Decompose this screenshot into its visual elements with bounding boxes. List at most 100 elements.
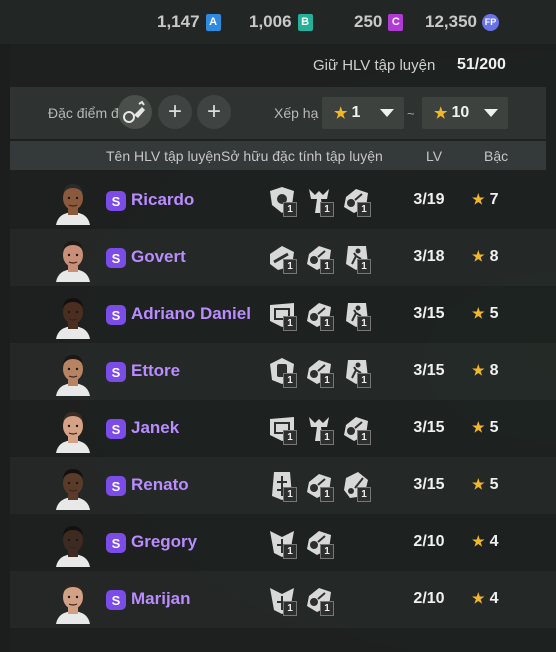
star-icon: ★: [472, 476, 485, 492]
coach-grade: ★ 5: [472, 305, 498, 323]
coach-level: 3/15: [413, 362, 445, 379]
trait-level: 1: [283, 373, 297, 388]
trait-level: 1: [357, 430, 371, 445]
coach-grade-value: 8: [489, 362, 499, 379]
trait-strength[interactable]: 1: [266, 470, 302, 502]
trait-kick-ball[interactable]: 1: [303, 299, 339, 331]
coach-row[interactable]: S Ettore 1 1 1 3/15 ★ 8: [10, 343, 556, 400]
trait-level: 1: [320, 430, 334, 445]
special-badge-icon: S: [106, 476, 126, 496]
coach-level: 3/15: [413, 305, 445, 322]
trait-kick-ball[interactable]: 1: [303, 242, 339, 274]
coach-grade: ★ 4: [472, 533, 498, 551]
capacity-label: Giữ HLV tập luyện: [313, 57, 436, 74]
currency-c-icon: C: [388, 13, 404, 31]
currency-fp-value: 12,350: [425, 12, 477, 31]
trait-list: 1 1 1: [266, 299, 377, 331]
trait-defender[interactable]: 1: [303, 185, 339, 217]
trait-level: 1: [320, 373, 334, 388]
trait-sliding-tackle[interactable]: 1: [266, 242, 302, 274]
coach-level: 3/18: [413, 248, 445, 265]
coach-name: Adriano Daniel: [131, 304, 251, 323]
capacity-value: 51/200: [457, 56, 506, 73]
trait-level: 1: [283, 259, 297, 274]
star-icon: ★: [472, 191, 485, 207]
trait-kick-ball[interactable]: 1: [340, 185, 376, 217]
avatar: [56, 469, 90, 510]
coach-level: 3/19: [413, 191, 445, 208]
trait-goalkeeper[interactable]: 1: [266, 356, 302, 388]
trait-jump-header[interactable]: 1: [266, 527, 302, 559]
coach-grade: ★ 7: [472, 191, 498, 209]
coach-grade: ★ 8: [472, 248, 498, 266]
trait-list: 1 1: [266, 584, 340, 616]
coach-grade: ★ 5: [472, 476, 498, 494]
trait-kick-ball[interactable]: 1: [303, 470, 339, 502]
coach-name: Janek: [131, 418, 180, 437]
column-header-grade[interactable]: Bậc: [484, 148, 508, 164]
coach-row[interactable]: S Renato 1 1 1 3/15 ★ 5: [10, 457, 556, 514]
avatar: [56, 412, 90, 453]
avatar: [56, 583, 90, 624]
coach-row[interactable]: S Ricardo 1 1 1 3/19 ★ 7: [10, 172, 556, 229]
coach-level: 2/10: [413, 590, 445, 607]
trait-dribble[interactable]: 1: [340, 470, 376, 502]
coach-row[interactable]: S Govert 1 1 1 3/18 ★ 8: [10, 229, 556, 286]
trait-level: 1: [357, 316, 371, 331]
trait-goal-net[interactable]: 1: [266, 413, 302, 445]
trait-defender[interactable]: 1: [303, 413, 339, 445]
trait-sprint[interactable]: 1: [340, 242, 376, 274]
dropdown-arrow-icon: [484, 109, 498, 117]
coach-row[interactable]: S Janek 1 1 1 3/15 ★ 5: [10, 400, 556, 457]
trait-kick-ball[interactable]: 1: [303, 356, 339, 388]
currency-b-value: 1,006: [249, 12, 292, 31]
trait-list: 1 1 1: [266, 242, 377, 274]
rank-min-select[interactable]: ★ 1: [322, 97, 404, 129]
currency-a-value: 1,147: [157, 12, 200, 31]
avatar: [56, 355, 90, 396]
star-icon: ★: [334, 105, 348, 122]
coach-grade: ★ 5: [472, 419, 498, 437]
special-badge-icon: S: [106, 419, 126, 439]
trait-sprint[interactable]: 1: [340, 299, 376, 331]
special-badge-icon: S: [106, 305, 126, 325]
star-icon: ★: [472, 305, 485, 321]
trait-filter-selected[interactable]: [118, 95, 152, 129]
trait-shield-ball[interactable]: 1: [266, 185, 302, 217]
coach-name: Ettore: [131, 361, 181, 380]
trait-level: 1: [320, 316, 334, 331]
column-header-name[interactable]: Tên HLV tập luyện: [106, 148, 221, 164]
coach-grade-value: 4: [489, 533, 499, 550]
add-trait-filter-button-2[interactable]: +: [197, 95, 231, 129]
star-icon: ★: [472, 362, 485, 378]
currency-a: 1,147 A: [157, 10, 221, 34]
trait-kick-ball[interactable]: 1: [303, 527, 339, 559]
trait-kick-ball[interactable]: 1: [340, 413, 376, 445]
special-badge-icon: S: [106, 248, 126, 268]
trait-level: 1: [357, 259, 371, 274]
coach-row[interactable]: S Marijan 1 1 2/10 ★ 4: [10, 571, 556, 628]
trait-sprint[interactable]: 1: [340, 356, 376, 388]
currency-b-icon: B: [297, 13, 313, 31]
coach-row[interactable]: S Gregory 1 1 2/10 ★ 4: [10, 514, 556, 571]
trait-kick-ball[interactable]: 1: [303, 584, 339, 616]
column-header-traits[interactable]: Sở hữu đặc tính tập luyện: [221, 148, 383, 164]
special-badge-icon: S: [106, 191, 126, 211]
rank-filter-label: Xếp hạ: [274, 105, 319, 121]
coach-grade: ★ 4: [472, 590, 498, 608]
trait-level: 1: [320, 202, 334, 217]
plus-icon: +: [167, 98, 182, 125]
star-icon: ★: [472, 533, 485, 549]
currency-a-icon: A: [205, 13, 221, 31]
kick-ball-icon: [123, 100, 145, 123]
currency-c: 250 C: [354, 10, 404, 34]
trait-goal-net[interactable]: 1: [266, 299, 302, 331]
add-trait-filter-button-1[interactable]: +: [158, 95, 192, 129]
coach-row[interactable]: S Adriano Daniel 1 1 1 3/15 ★ 5: [10, 286, 556, 343]
coach-name: Gregory: [131, 532, 198, 551]
column-header-lv[interactable]: LV: [426, 148, 442, 164]
rank-max-select[interactable]: ★ 10: [422, 97, 508, 129]
trait-level: 1: [283, 316, 297, 331]
trait-jump-header[interactable]: 1: [266, 584, 302, 616]
trait-level: 1: [283, 430, 297, 445]
